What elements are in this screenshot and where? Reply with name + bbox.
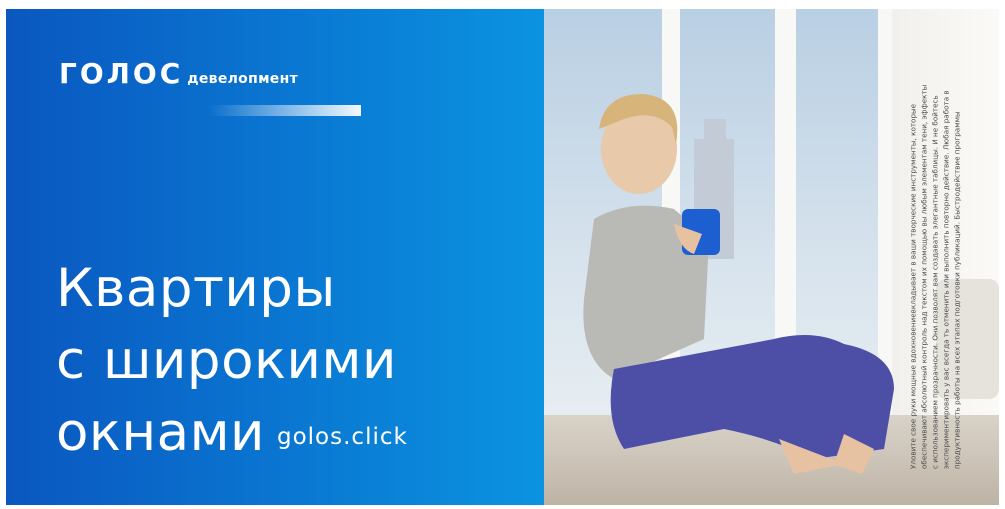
brand-logo: ГОЛОС девелопмент	[59, 57, 361, 116]
website-link[interactable]: golos.click	[277, 424, 408, 450]
headline-line-2: с широкими	[56, 330, 397, 391]
brand-suffix: девелопмент	[187, 71, 298, 87]
headline: Квартиры с широкими окнами golos.click	[56, 253, 408, 473]
headline-line-3-text: окнами	[56, 402, 265, 463]
fine-print: Уловите свое руки мощные вдохновениевкла…	[906, 79, 964, 469]
fine-print-text: Уловите свое руки мощные вдохновениевкла…	[908, 84, 962, 469]
brand-name: ГОЛОС	[59, 57, 184, 90]
blue-panel: ГОЛОС девелопмент Квартиры с широкими окн…	[6, 9, 544, 505]
logo-gradient-bar	[209, 105, 361, 116]
headline-line-3: окнами golos.click	[56, 397, 408, 473]
ad-banner: ГОЛОС девелопмент Квартиры с широкими окн…	[6, 9, 999, 505]
headline-line-1: Квартиры	[56, 258, 336, 319]
